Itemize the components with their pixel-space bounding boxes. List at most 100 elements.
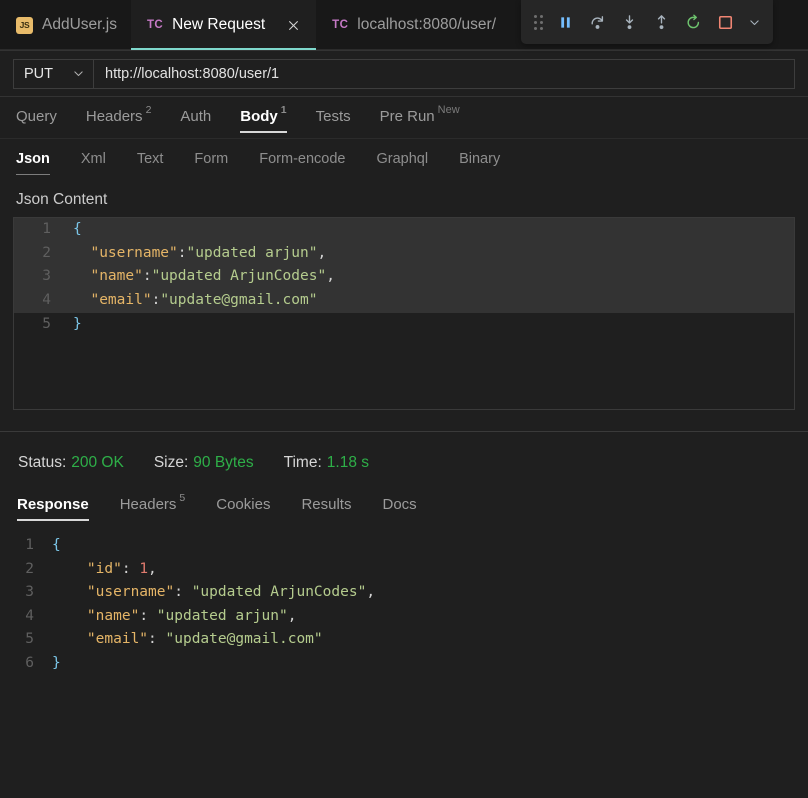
- drag-handle-icon[interactable]: [527, 6, 549, 38]
- editor-tab-label: localhost:8080/user/: [357, 16, 497, 33]
- code-line-text: "username": "updated ArjunCodes",: [86, 584, 376, 601]
- code-line: 1{: [14, 218, 794, 242]
- body-format-tab-strip: Json Xml Text Form Form-encode Graphql Binary: [0, 139, 808, 179]
- request-url-input[interactable]: [93, 58, 795, 89]
- stop-icon[interactable]: [709, 6, 741, 38]
- code-line: 2 "username":"updated arjun",: [14, 241, 794, 266]
- editor-tab[interactable]: TC New Request: [130, 0, 317, 50]
- step-over-icon[interactable]: [581, 6, 613, 38]
- format-tab-label: Xml: [80, 151, 106, 167]
- editor-tab[interactable]: TC localhost:8080/user/: [316, 0, 510, 50]
- size-value: 90 Bytes: [193, 454, 254, 471]
- step-out-icon[interactable]: [645, 6, 677, 38]
- format-tab-label: Graphql: [376, 151, 429, 167]
- format-tab-graphql[interactable]: Graphql: [377, 139, 429, 179]
- code-line: 4 "name": "updated arjun",: [0, 605, 808, 629]
- chevron-down-icon: [72, 67, 85, 80]
- format-tab-text[interactable]: Text: [137, 139, 164, 179]
- code-line: 3 "name":"updated ArjunCodes",: [14, 265, 794, 290]
- close-icon[interactable]: [284, 16, 302, 34]
- request-tab-body[interactable]: Body 1: [240, 96, 287, 138]
- chevron-down-icon[interactable]: [741, 6, 767, 38]
- code-line-text: "email": "update@gmail.com": [86, 631, 323, 648]
- format-tab-label: Json: [16, 151, 50, 167]
- request-tab-badge: New: [437, 104, 460, 116]
- code-line: 5 "email": "update@gmail.com": [0, 628, 808, 652]
- request-tab-label: Auth: [180, 107, 212, 125]
- response-tab-label: Cookies: [216, 495, 271, 513]
- response-tab-label: Response: [17, 495, 89, 513]
- format-tab-form-encode[interactable]: Form-encode: [259, 139, 345, 179]
- line-number: 1: [42, 221, 51, 237]
- line-number: 3: [42, 268, 51, 285]
- response-tab-headers[interactable]: Headers 5: [120, 484, 186, 526]
- request-tab-badge: 1: [280, 104, 287, 116]
- editor-tab-label: AddUser.js: [42, 16, 117, 33]
- json-content-label: Json Content: [0, 179, 808, 217]
- code-line: 1{: [0, 534, 808, 558]
- code-line-text: "id": 1,: [86, 560, 157, 577]
- editor-tab-bar: JS AddUser.js TC New Request TC localhost:808…: [0, 0, 808, 50]
- line-number: 4: [25, 607, 34, 624]
- format-tab-label: Form-encode: [259, 151, 346, 167]
- request-tab-label: Tests: [315, 107, 351, 125]
- code-line-text: }: [73, 315, 82, 332]
- response-tab-cookies[interactable]: Cookies: [216, 484, 270, 526]
- code-line-text: "email":"update@gmail.com": [90, 292, 318, 309]
- status-label: Status:: [18, 454, 67, 471]
- debug-toolbar: [521, 0, 773, 44]
- request-tab-query[interactable]: Query: [16, 96, 57, 138]
- response-tab-docs[interactable]: Docs: [382, 484, 416, 526]
- response-tab-strip: Response Headers 5 Cookies Results Docs: [0, 486, 808, 526]
- code-line-text: "username":"updated arjun",: [90, 244, 327, 261]
- format-tab-form[interactable]: Form: [194, 139, 228, 179]
- code-line: 5}: [14, 313, 794, 337]
- line-number: 6: [25, 654, 34, 671]
- pause-icon[interactable]: [549, 6, 581, 38]
- code-line-text: "name": "updated arjun",: [86, 607, 297, 624]
- request-tab-label: Body: [240, 107, 278, 125]
- format-tab-label: Form: [194, 151, 229, 167]
- response-tab-label: Results: [301, 495, 352, 513]
- format-tab-binary[interactable]: Binary: [459, 139, 500, 179]
- format-tab-xml[interactable]: Xml: [81, 139, 106, 179]
- restart-icon[interactable]: [677, 6, 709, 38]
- time-badge: Time: 1.18 s: [284, 454, 369, 472]
- time-label: Time:: [283, 454, 322, 471]
- request-tab-label: Query: [16, 107, 57, 125]
- active-tab-indicator: [130, 48, 317, 50]
- step-into-icon[interactable]: [613, 6, 645, 38]
- line-number: 4: [42, 292, 51, 309]
- response-tab-label: Headers: [119, 495, 177, 513]
- format-tab-label: Binary: [459, 151, 501, 167]
- request-tab-headers[interactable]: Headers 2: [86, 96, 152, 138]
- status-value: 200 OK: [71, 454, 124, 471]
- format-tab-label: Text: [136, 151, 164, 167]
- code-line: 6}: [0, 652, 808, 676]
- size-label: Size:: [153, 454, 189, 471]
- http-method-value: PUT: [24, 65, 53, 82]
- request-tab-pre-run[interactable]: Pre Run New: [380, 96, 460, 138]
- status-badge: Status: 200 OK: [18, 454, 124, 472]
- response-tab-response[interactable]: Response: [17, 484, 89, 526]
- line-number: 3: [25, 584, 34, 601]
- request-url-bar: PUT: [0, 50, 808, 97]
- request-tab-auth[interactable]: Auth: [180, 96, 211, 138]
- editor-tab-label: New Request: [172, 16, 266, 33]
- line-number: 5: [25, 631, 34, 648]
- line-number: 2: [42, 244, 51, 261]
- response-tab-label: Docs: [382, 495, 417, 513]
- response-tab-results[interactable]: Results: [301, 484, 351, 526]
- request-tab-tests[interactable]: Tests: [316, 96, 351, 138]
- request-body-editor[interactable]: 1{2 "username":"updated arjun", 3 "name":…: [13, 217, 795, 410]
- line-number: 5: [42, 315, 51, 332]
- editor-tab[interactable]: JS AddUser.js: [0, 0, 131, 50]
- code-line: 4 "email":"update@gmail.com": [14, 289, 794, 313]
- code-line: 3 "username": "updated ArjunCodes",: [0, 581, 808, 605]
- size-badge: Size: 90 Bytes: [154, 454, 254, 472]
- response-body-viewer[interactable]: 1{2 "id": 1, 3 "username": "updated Arjun…: [0, 532, 808, 742]
- code-line-text: "name":"updated ArjunCodes",: [90, 268, 335, 285]
- response-tab-badge: 5: [179, 492, 186, 504]
- http-method-select[interactable]: PUT: [13, 58, 93, 89]
- format-tab-json[interactable]: Json: [16, 139, 50, 179]
